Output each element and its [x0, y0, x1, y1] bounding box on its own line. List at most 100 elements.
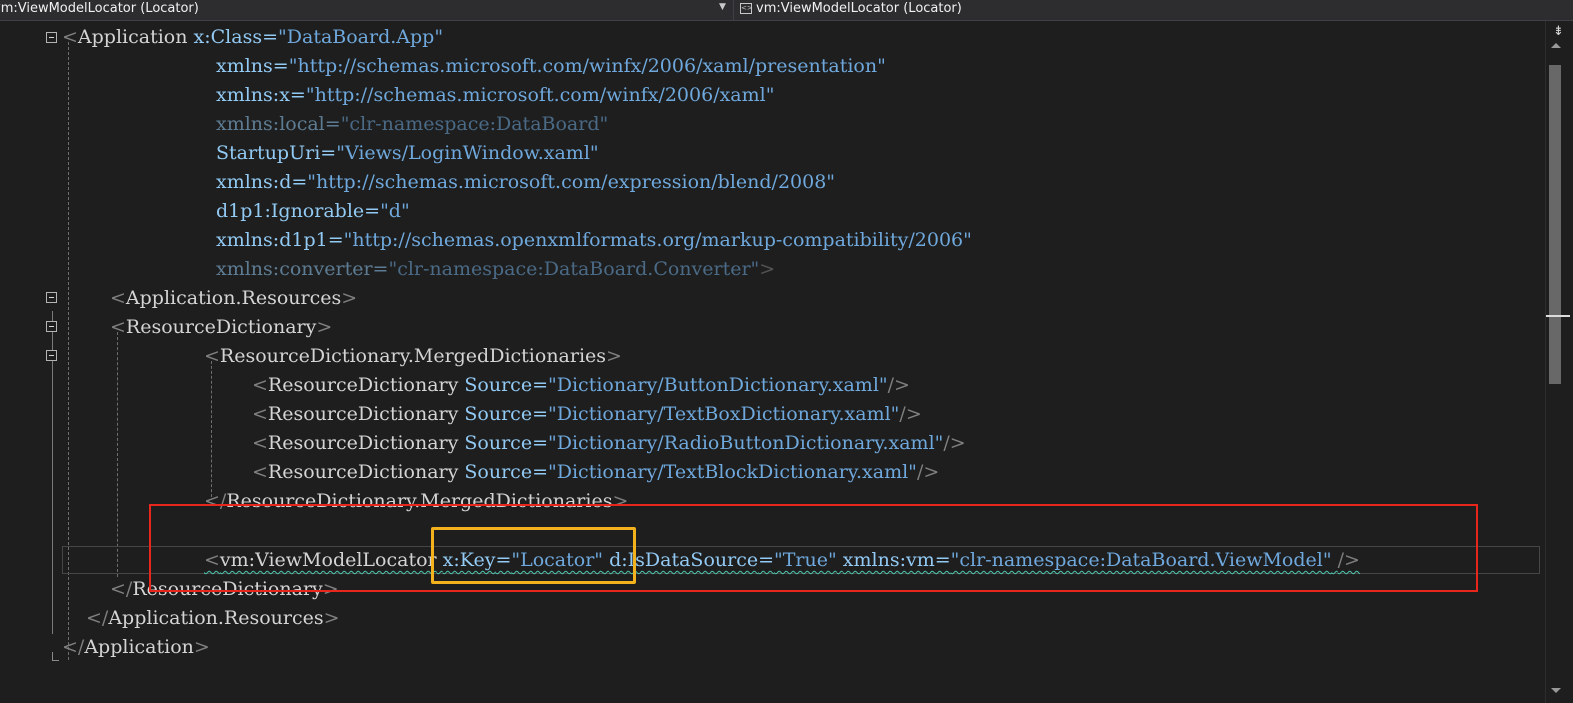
attribute-name: Source: [464, 461, 533, 483]
code-line: d1p1:Ignorable="d": [216, 197, 410, 226]
tag-bracket: <: [62, 26, 78, 48]
tag-bracket: />: [916, 461, 940, 483]
caret-position-marker: [1546, 315, 1570, 317]
tag-bracket: </: [110, 578, 133, 600]
tag-bracket: <: [252, 461, 268, 483]
attribute-value: "Dictionary/TextBlockDictionary.xaml": [548, 461, 917, 483]
equals-sign: =: [372, 258, 389, 280]
attribute-value: "d": [380, 200, 410, 222]
code-line: xmlns:converter="clr-namespace:DataBoard…: [216, 255, 775, 284]
element-name: Application.Resources: [125, 287, 342, 309]
code-line: <ResourceDictionary Source="Dictionary/T…: [252, 458, 939, 487]
attribute-value: "Views/LoginWindow.xaml": [336, 142, 599, 164]
code-line: xmlns:d1p1="http://schemas.openxmlformat…: [216, 226, 972, 255]
tag-bracket: />: [943, 432, 966, 454]
type-dropdown[interactable]: vm:ViewModelLocator (Locator): [0, 0, 730, 20]
outline-guide: [211, 361, 212, 497]
collapse-icon[interactable]: [46, 350, 57, 361]
element-name: Application: [84, 636, 194, 658]
equals-sign: =: [532, 403, 548, 425]
code-line: xmlns:local="clr-namespace:DataBoard": [216, 110, 608, 139]
split-window-icon[interactable]: ⇟: [1553, 24, 1564, 39]
tag-bracket: >: [606, 345, 622, 367]
element-name: ResourceDictionary: [267, 461, 459, 483]
tag-bracket: <: [110, 316, 126, 338]
tag-bracket: >: [759, 258, 776, 280]
attribute-name: Source: [464, 403, 533, 425]
tag-bracket: />: [899, 403, 922, 425]
attribute-value: "DataBoard.App": [278, 26, 444, 48]
tag-bracket: <: [252, 374, 268, 396]
vertical-scrollbar[interactable]: ⇟: [1545, 21, 1573, 703]
navigation-bar: vm:ViewModelLocator (Locator) ▼ <> vm:Vi…: [0, 0, 1573, 21]
navbar-divider: [733, 0, 734, 20]
attribute-value: "http://schemas.openxmlformats.org/marku…: [343, 229, 972, 251]
member-dropdown[interactable]: <> vm:ViewModelLocator (Locator): [736, 0, 1573, 20]
code-line: <ResourceDictionary Source="Dictionary/R…: [252, 429, 966, 458]
equals-sign: =: [532, 374, 548, 396]
attribute-value: "clr-namespace:DataBoard": [340, 113, 609, 135]
highlight-box-red: [149, 504, 1478, 592]
collapse-icon[interactable]: [46, 321, 57, 332]
attribute-value: "Dictionary/TextBoxDictionary.xaml": [548, 403, 900, 425]
element-name: ResourceDictionary: [267, 374, 459, 396]
attribute-name: StartupUri: [216, 142, 321, 164]
attribute-value: "Dictionary/ButtonDictionary.xaml": [548, 374, 888, 396]
tag-bracket: </: [86, 607, 109, 629]
equals-sign: =: [289, 84, 306, 106]
type-dropdown-label: vm:ViewModelLocator (Locator): [0, 1, 199, 16]
equals-sign: =: [364, 200, 381, 222]
attribute-name: d1p1:Ignorable: [216, 200, 365, 222]
code-editor[interactable]: <Application x:Class="DataBoard.App" xml…: [0, 21, 1545, 703]
code-line: <ResourceDictionary Source="Dictionary/B…: [252, 371, 910, 400]
attribute-name: xmlns:x: [216, 84, 290, 106]
tag-bracket: />: [887, 374, 910, 396]
collapse-icon[interactable]: [46, 292, 57, 303]
code-line: xmlns:d="http://schemas.microsoft.com/ex…: [216, 168, 835, 197]
fold-end-marker: [52, 652, 59, 661]
element-name: Application: [77, 26, 188, 48]
tag-bracket: >: [193, 636, 210, 658]
equals-sign: =: [532, 461, 548, 483]
attribute-name: Source: [464, 374, 533, 396]
code-line: <ResourceDictionary>: [110, 313, 332, 342]
tag-bracket: <: [252, 403, 268, 425]
attribute-name: xmlns:local: [216, 113, 325, 135]
attribute-name: xmlns:d1p1: [216, 229, 328, 251]
collapse-icon[interactable]: [46, 32, 57, 43]
outline-guide: [117, 332, 118, 577]
tag-bracket: >: [323, 607, 340, 629]
equals-sign: =: [324, 113, 341, 135]
equals-sign: =: [262, 26, 279, 48]
code-line: <ResourceDictionary.MergedDictionaries>: [204, 342, 622, 371]
element-name: ResourceDictionary.MergedDictionaries: [219, 345, 607, 367]
highlight-box-yellow: [431, 527, 636, 584]
scroll-up-arrow-icon[interactable]: [1551, 43, 1561, 48]
equals-sign: =: [320, 142, 337, 164]
attribute-value: "clr-namespace:DataBoard.Converter": [388, 258, 760, 280]
code-line: <Application x:Class="DataBoard.App": [62, 23, 443, 52]
element-name: Application.Resources: [108, 607, 324, 629]
xaml-element-icon: <>: [740, 3, 753, 14]
tag-bracket: <: [204, 345, 220, 367]
equals-sign: =: [291, 171, 308, 193]
scrollbar-thumb[interactable]: [1549, 65, 1561, 384]
attribute-name: x:Class: [193, 26, 263, 48]
attribute-name: xmlns: [216, 55, 273, 77]
member-dropdown-label: vm:ViewModelLocator (Locator): [756, 1, 962, 16]
code-line: xmlns="http://schemas.microsoft.com/winf…: [216, 52, 886, 81]
code-line: StartupUri="Views/LoginWindow.xaml": [216, 139, 599, 168]
tag-bracket: <: [252, 432, 268, 454]
equals-sign: =: [327, 229, 344, 251]
attribute-value: "Dictionary/RadioButtonDictionary.xaml": [548, 432, 944, 454]
tag-bracket: <: [110, 287, 126, 309]
scroll-down-arrow-icon[interactable]: [1551, 688, 1561, 693]
code-line: <Application.Resources>: [110, 284, 357, 313]
tag-bracket: >: [341, 287, 358, 309]
chevron-down-icon[interactable]: ▼: [719, 2, 726, 12]
attribute-name: xmlns:d: [216, 171, 292, 193]
element-name: ResourceDictionary: [125, 316, 317, 338]
code-line: </Application>: [62, 633, 210, 662]
code-line: <ResourceDictionary Source="Dictionary/T…: [252, 400, 922, 429]
attribute-name: xmlns:converter: [216, 258, 373, 280]
